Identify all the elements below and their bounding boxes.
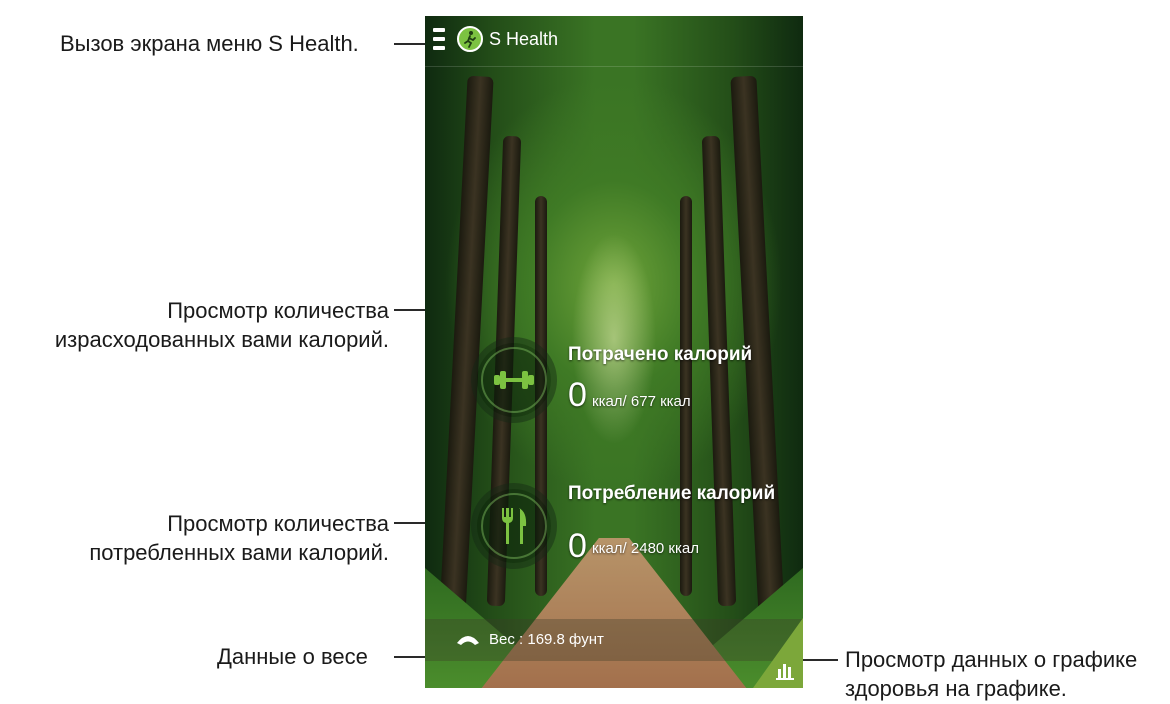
callout-graph: Просмотр данных о графике здоровья на гр…: [845, 645, 1137, 703]
dumbbell-icon: [494, 371, 534, 389]
burned-value: 0: [568, 376, 587, 414]
callout-spent-line2: израсходованных вами калорий.: [54, 327, 389, 352]
weight-bar[interactable]: Вес : 169.8 фунт: [425, 619, 803, 661]
callout-graph-line1: Просмотр данных о графике: [845, 647, 1138, 672]
consumed-title: Потребление калорий: [568, 483, 776, 504]
app-header: S Health: [425, 16, 803, 67]
consumed-button[interactable]: [477, 489, 551, 563]
burned-button[interactable]: [477, 343, 551, 417]
burned-title: Потрачено калорий: [568, 344, 753, 365]
s-health-logo-icon: [457, 26, 483, 52]
burned-unit: ккал/ 677 ккал: [592, 393, 691, 410]
callout-consumed-line2: потребленных вами калорий.: [89, 540, 389, 565]
callout-consumed: Просмотр количества потребленных вами ка…: [0, 509, 389, 567]
callout-menu: Вызов экрана меню S Health.: [60, 31, 359, 56]
consumed-value: 0: [568, 527, 587, 565]
app-screen: S Health Потрачено калорий 0 ккал/ 677 к…: [425, 16, 803, 688]
callout-consumed-line1: Просмотр количества: [167, 511, 389, 536]
fork-knife-icon: [502, 508, 527, 544]
menu-icon[interactable]: [433, 28, 445, 50]
tree-trunk: [701, 135, 737, 607]
callout-graph-line2: здоровья на графике.: [845, 676, 1067, 701]
app-title: S Health: [489, 29, 559, 49]
callout-spent: Просмотр количества израсходованных вами…: [0, 296, 389, 354]
callout-weight: Данные о весе: [217, 644, 368, 669]
callout-spent-line1: Просмотр количества: [167, 298, 389, 323]
scale-icon: [457, 636, 479, 645]
consumed-unit: ккал/ 2480 ккал: [592, 540, 699, 557]
weight-value: Вес : 169.8 фунт: [489, 631, 604, 648]
bar-chart-icon: [776, 664, 794, 680]
